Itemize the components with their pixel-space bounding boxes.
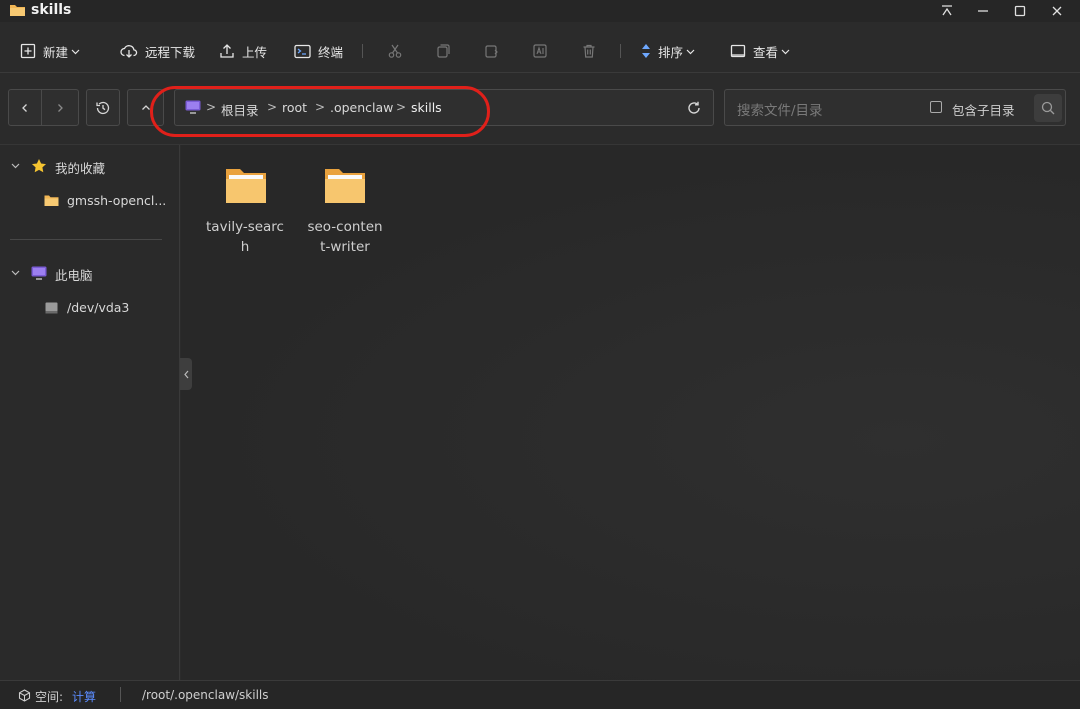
sort-icon bbox=[642, 44, 650, 58]
sidebar-item-favorite[interactable]: gmssh-opencl... bbox=[67, 193, 166, 208]
history-icon bbox=[96, 101, 110, 114]
toolbar-bottom-divider bbox=[0, 72, 1080, 73]
chevron-up-icon bbox=[141, 104, 150, 110]
breadcrumb-item-root[interactable]: root bbox=[282, 100, 307, 115]
upload-icon bbox=[220, 44, 234, 58]
view-label: 查看 bbox=[753, 44, 779, 60]
sidebar-divider bbox=[10, 239, 162, 240]
view-button[interactable]: 查看 bbox=[730, 38, 790, 64]
view-icon bbox=[730, 44, 746, 57]
folder-item-seo-content-writer[interactable] bbox=[323, 165, 367, 205]
new-button[interactable]: 新建 bbox=[20, 38, 80, 64]
sort-button[interactable]: 排序 bbox=[641, 38, 695, 64]
toolbar-divider bbox=[620, 44, 621, 58]
terminal-button[interactable]: 终端 bbox=[294, 38, 343, 64]
toolbar-divider bbox=[362, 44, 363, 58]
search-input[interactable]: 搜索文件/目录 bbox=[737, 99, 823, 119]
breadcrumb-item-openclaw[interactable]: .openclaw bbox=[330, 100, 393, 115]
sidebar bbox=[0, 145, 180, 680]
new-label: 新建 bbox=[43, 44, 69, 60]
terminal-label: 终端 bbox=[318, 44, 344, 60]
trash-icon[interactable] bbox=[578, 40, 600, 62]
folder-icon bbox=[9, 3, 26, 17]
include-subdirs-label: 包含子目录 bbox=[952, 103, 1015, 118]
folder-label-line2: t-writer bbox=[320, 239, 370, 255]
folder-item-tavily-search[interactable] bbox=[224, 165, 268, 205]
plus-square-icon bbox=[20, 43, 36, 59]
breadcrumb-separator: > bbox=[396, 100, 407, 114]
folder-icon bbox=[226, 169, 266, 203]
window-title: skills bbox=[31, 2, 72, 18]
back-button[interactable] bbox=[8, 89, 42, 126]
chevron-down-icon[interactable] bbox=[11, 161, 20, 173]
folder-label-line2: h bbox=[240, 239, 250, 255]
breadcrumb-item-root-dir[interactable]: 根目录 bbox=[221, 100, 259, 119]
search-icon bbox=[1041, 101, 1055, 115]
chevron-right-icon bbox=[58, 103, 63, 112]
sidebar-collapse-handle[interactable] bbox=[180, 358, 192, 390]
include-subdirs-checkbox[interactable] bbox=[930, 101, 942, 113]
cloud-download-icon bbox=[120, 45, 138, 58]
copy-icon[interactable] bbox=[432, 40, 454, 62]
upload-label: 上传 bbox=[242, 44, 268, 60]
rename-icon[interactable] bbox=[529, 40, 551, 62]
sort-label: 排序 bbox=[658, 44, 684, 60]
up-button[interactable] bbox=[127, 89, 164, 126]
chevron-left-icon bbox=[183, 370, 188, 378]
remote-download-label: 远程下载 bbox=[145, 44, 196, 60]
minimize-icon[interactable] bbox=[968, 0, 998, 22]
chevron-down-icon[interactable] bbox=[11, 268, 20, 280]
status-path: /root/.openclaw/skills bbox=[142, 688, 269, 702]
chevron-down-icon bbox=[71, 49, 80, 54]
breadcrumb-separator: > bbox=[315, 100, 326, 114]
sidebar-favorites-label[interactable]: 我的收藏 bbox=[55, 158, 105, 177]
folder-label-line1: tavily-searc bbox=[206, 219, 284, 235]
search-button[interactable] bbox=[1034, 94, 1062, 122]
close-icon[interactable] bbox=[1042, 0, 1072, 22]
remote-download-button[interactable]: 远程下载 bbox=[120, 38, 195, 64]
folder-icon bbox=[325, 169, 365, 203]
refresh-icon[interactable] bbox=[686, 100, 702, 116]
breadcrumb-item-skills[interactable]: skills bbox=[411, 100, 442, 115]
status-divider bbox=[120, 687, 121, 702]
chevron-down-icon bbox=[781, 49, 790, 54]
pin-icon[interactable] bbox=[932, 0, 962, 22]
space-value-link[interactable]: 计算 bbox=[72, 688, 96, 705]
maximize-icon[interactable] bbox=[1005, 0, 1035, 22]
folder-icon bbox=[44, 194, 59, 207]
terminal-icon bbox=[294, 44, 311, 58]
chevron-left-icon bbox=[22, 103, 27, 112]
chevron-down-icon bbox=[686, 49, 695, 54]
folder-label[interactable]: tavily-searc h bbox=[200, 217, 290, 257]
forward-button[interactable] bbox=[41, 89, 79, 126]
space-icon bbox=[18, 689, 31, 702]
computer-icon bbox=[31, 266, 47, 280]
folder-label-line1: seo-conten bbox=[307, 219, 383, 235]
sidebar-computer-label[interactable]: 此电脑 bbox=[55, 265, 93, 284]
breadcrumb-separator: > bbox=[206, 100, 217, 114]
space-label: 空间: bbox=[35, 690, 64, 704]
drive-icon bbox=[45, 302, 58, 314]
cut-icon[interactable] bbox=[384, 40, 406, 62]
paste-icon[interactable] bbox=[480, 40, 502, 62]
folder-label[interactable]: seo-conten t-writer bbox=[300, 217, 390, 257]
breadcrumb-separator: > bbox=[267, 100, 278, 114]
title-bar bbox=[0, 0, 1080, 22]
history-button[interactable] bbox=[86, 89, 120, 126]
sidebar-item-drive[interactable]: /dev/vda3 bbox=[67, 300, 129, 315]
star-icon bbox=[31, 158, 47, 174]
upload-button[interactable]: 上传 bbox=[219, 38, 267, 64]
computer-icon[interactable] bbox=[185, 100, 201, 114]
